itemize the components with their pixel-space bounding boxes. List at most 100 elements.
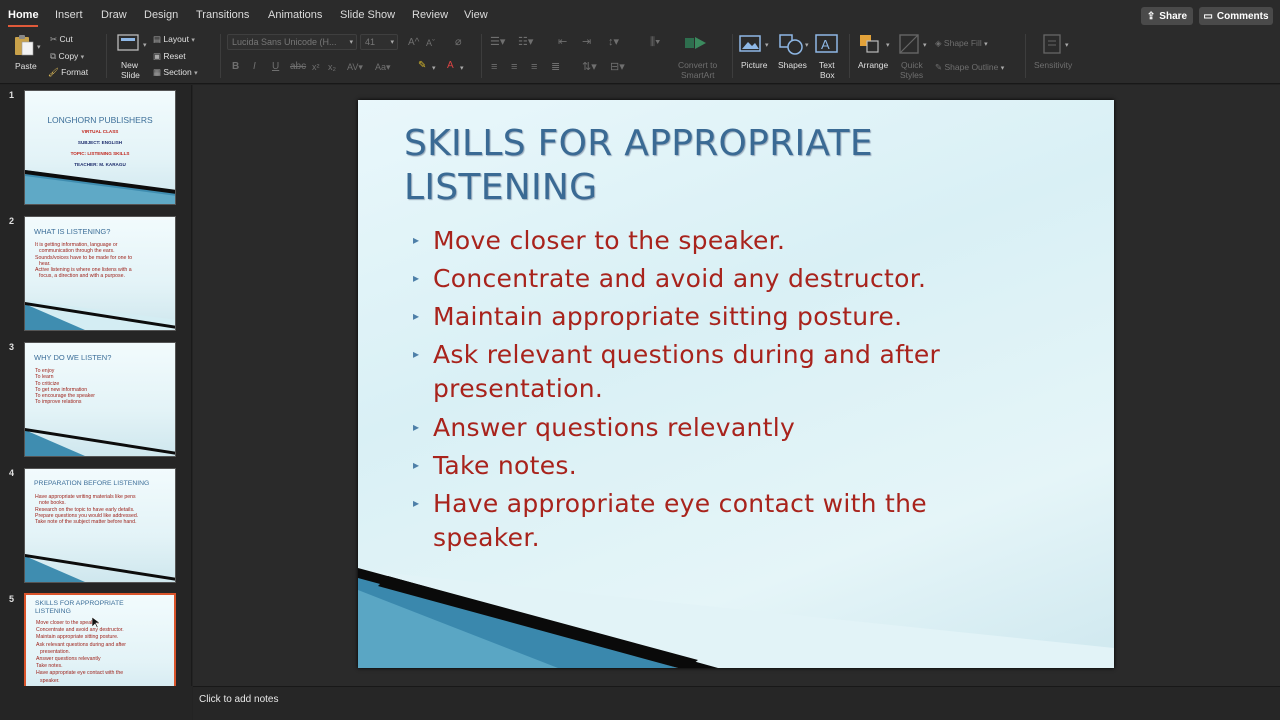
- italic-icon[interactable]: I: [253, 62, 256, 72]
- thumb-line: Take note of the subject matter before h…: [35, 519, 137, 526]
- tab-review[interactable]: Review: [412, 9, 448, 21]
- tab-animations[interactable]: Animations: [268, 9, 322, 21]
- bullet-arrow-icon: ▸: [413, 420, 420, 434]
- tab-design[interactable]: Design: [144, 9, 178, 21]
- columns-icon[interactable]: ⫼▾: [650, 37, 660, 48]
- change-case-icon[interactable]: Aa▾: [375, 62, 391, 72]
- convert-label-1: Convert to: [678, 60, 718, 70]
- bullet-text: Take notes.: [433, 451, 577, 480]
- new-slide-dropdown-icon[interactable]: ▾: [143, 41, 147, 49]
- slide-number: 5: [9, 594, 15, 604]
- copy-button[interactable]: ⧉ Copy ▾: [50, 51, 84, 63]
- thumb-line: Answer questions relevantly: [36, 656, 101, 663]
- bold-icon[interactable]: B: [232, 62, 239, 72]
- clear-formatting-icon[interactable]: ⌀: [455, 37, 462, 48]
- slide-thumbnail-pane[interactable]: 1 LONGHORN PUBLISHERS VIRTUAL CLASS SUBJ…: [0, 85, 192, 686]
- paste-dropdown-icon[interactable]: ▾: [37, 43, 41, 51]
- section-button[interactable]: ▦ Section ▾: [153, 67, 198, 79]
- character-spacing-icon[interactable]: AV▾: [347, 62, 363, 72]
- decrease-font-icon[interactable]: Aˇ: [426, 38, 435, 48]
- slide-bullet[interactable]: ▸ Answer questions relevantly: [413, 411, 1013, 445]
- align-left-icon[interactable]: ≡: [491, 62, 497, 73]
- share-label: Share: [1159, 10, 1188, 22]
- notes-placeholder[interactable]: Click to add notes: [199, 694, 279, 705]
- notes-pane[interactable]: Click to add notes: [193, 686, 1280, 720]
- share-button[interactable]: ⇪ Share: [1141, 7, 1193, 25]
- slide-thumbnail-4[interactable]: PREPARATION BEFORE LISTENING Have approp…: [24, 468, 176, 583]
- tab-transitions[interactable]: Transitions: [196, 9, 249, 21]
- slide-title[interactable]: SKILLS FOR APPROPRIATE LISTENING: [404, 122, 964, 210]
- thumbnail-pane-footer: [0, 686, 192, 720]
- format-painter-button[interactable]: 🖌 Format: [48, 67, 88, 77]
- slide-bullet[interactable]: ▸ Concentrate and avoid any destructor.: [413, 262, 1013, 296]
- slide-bullet[interactable]: ▸ Move closer to the speaker.: [413, 224, 1013, 258]
- copy-icon: ⧉: [50, 51, 57, 61]
- decrease-indent-icon[interactable]: ⇤: [558, 37, 567, 48]
- slide-editor-canvas[interactable]: SKILLS FOR APPROPRIATE LISTENING ▸ Move …: [193, 85, 1280, 686]
- slide-bullet[interactable]: ▸ Take notes.: [413, 449, 1013, 483]
- picture-button[interactable]: ▾ Picture: [738, 33, 772, 81]
- shape-outline-button[interactable]: ✎ Shape Outline ▾: [935, 62, 1004, 74]
- text-direction-icon[interactable]: ⇅▾: [582, 62, 597, 73]
- strikethrough-icon[interactable]: abc: [290, 62, 306, 72]
- paste-button[interactable]: ▾ Paste: [10, 33, 44, 73]
- line-spacing-icon[interactable]: ↕▾: [608, 37, 619, 48]
- numbering-icon[interactable]: ☷▾: [518, 37, 533, 48]
- arrange-button[interactable]: ▾ Arrange: [856, 33, 894, 81]
- sensitivity-button[interactable]: ▾ Sensitivity: [1032, 33, 1078, 81]
- underline-icon[interactable]: U: [272, 62, 279, 72]
- current-slide[interactable]: SKILLS FOR APPROPRIATE LISTENING ▸ Move …: [358, 100, 1114, 668]
- thumb-swoosh-decoration: [25, 428, 175, 456]
- highlight-color-icon[interactable]: ✎: [418, 61, 426, 71]
- slide-swoosh-decoration: [358, 568, 1114, 668]
- bullet-arrow-icon: ▸: [413, 309, 420, 323]
- bullet-text: Concentrate and avoid any destructor.: [433, 264, 927, 293]
- font-color-icon[interactable]: A: [447, 61, 454, 71]
- bullets-icon[interactable]: ☰▾: [490, 37, 505, 48]
- tab-insert[interactable]: Insert: [55, 9, 83, 21]
- font-name-select[interactable]: Lucida Sans Unicode (H... ▾: [227, 34, 357, 50]
- section-icon: ▦: [153, 67, 162, 77]
- text-box-icon: A: [815, 34, 838, 53]
- increase-indent-icon[interactable]: ⇥: [582, 37, 591, 48]
- tab-draw[interactable]: Draw: [101, 9, 127, 21]
- shape-fill-button[interactable]: ◈ Shape Fill ▾: [935, 38, 988, 50]
- tab-home[interactable]: Home: [8, 9, 39, 21]
- comments-button[interactable]: ▭ Comments: [1199, 7, 1273, 25]
- align-center-icon[interactable]: ≡: [511, 62, 517, 73]
- align-right-icon[interactable]: ≡: [531, 62, 537, 73]
- quick-styles-icon: [899, 34, 919, 54]
- subscript-icon[interactable]: x₂: [328, 62, 336, 72]
- tab-slide-show[interactable]: Slide Show: [340, 9, 395, 21]
- increase-font-icon[interactable]: A^: [408, 38, 419, 48]
- slide-bullet[interactable]: ▸ Ask relevant questions during and afte…: [413, 338, 1013, 406]
- align-text-icon[interactable]: ⊟▾: [610, 62, 625, 73]
- tab-view[interactable]: View: [464, 9, 488, 21]
- reset-button[interactable]: ▣ Reset: [153, 51, 186, 61]
- text-box-button[interactable]: A Text Box: [814, 33, 840, 81]
- reset-label: Reset: [163, 51, 186, 61]
- superscript-icon[interactable]: x²: [312, 62, 320, 72]
- cut-button[interactable]: ✂ Cut: [50, 34, 73, 44]
- svg-text:A: A: [821, 37, 830, 52]
- paste-label: Paste: [15, 61, 37, 71]
- slide-thumbnail-5[interactable]: SKILLS FOR APPROPRIATE LISTENING Move cl…: [24, 593, 176, 686]
- new-slide-button[interactable]: ▾ New Slide: [113, 33, 149, 81]
- slide-bullet[interactable]: ▸ Maintain appropriate sitting posture.: [413, 300, 1013, 334]
- bullet-arrow-icon: ▸: [413, 271, 420, 285]
- format-label: Format: [61, 67, 89, 77]
- slide-thumbnail-2[interactable]: WHAT IS LISTENING? It is getting informa…: [24, 216, 176, 331]
- shapes-button[interactable]: ▾ Shapes: [776, 33, 810, 81]
- quick-styles-button[interactable]: ▾ Quick Styles: [896, 33, 930, 81]
- slide-thumbnail-1[interactable]: LONGHORN PUBLISHERS VIRTUAL CLASS SUBJEC…: [24, 90, 176, 205]
- convert-label-2: SmartArt: [681, 70, 715, 80]
- shape-fill-label: Shape Fill: [943, 38, 982, 48]
- slide-bullet[interactable]: ▸ Have appropriate eye contact with the …: [413, 487, 1013, 555]
- slide-thumbnail-3[interactable]: WHY DO WE LISTEN? To enjoy To learn To c…: [24, 342, 176, 457]
- new-slide-icon: [117, 34, 139, 51]
- convert-to-smartart-button[interactable]: Convert to SmartArt: [676, 33, 722, 81]
- font-size-select[interactable]: 41 ▾: [360, 34, 398, 50]
- text-box-label-1: Text: [819, 60, 835, 70]
- layout-button[interactable]: ▤ Layout ▾: [153, 34, 195, 46]
- justify-icon[interactable]: ≣: [551, 62, 560, 73]
